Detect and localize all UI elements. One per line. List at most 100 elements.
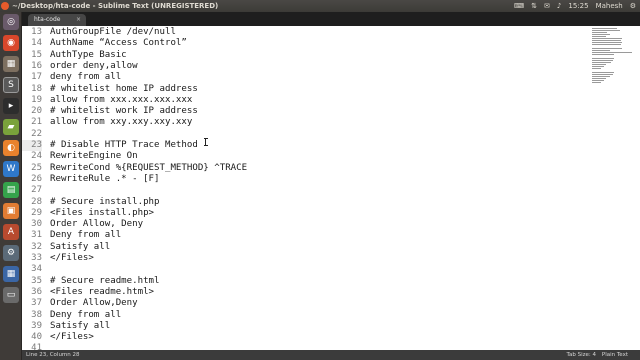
firefox-icon[interactable]: ◐ [3,140,19,156]
user-menu[interactable]: Mahesh [596,0,623,12]
trash-icon[interactable]: ▭ [3,287,19,303]
window-close-icon[interactable] [1,2,9,10]
code-line[interactable]: RewriteEngine On [50,151,138,162]
syntax-selector[interactable]: Plain Text [602,350,628,360]
code-line[interactable]: Deny from all [50,230,121,241]
minimap[interactable] [592,28,636,138]
chrome-icon[interactable]: ◉ [3,35,19,51]
line-number: 25 [31,162,42,173]
minimap-line [592,30,620,31]
minimap-line [592,54,614,55]
minimap-line [592,80,605,81]
code-line[interactable]: allow from xxx.xxx.xxx.xxx [50,95,192,106]
code-line[interactable]: AuthGroupFile /dev/null [50,27,176,38]
code-line[interactable]: allow from xxy.xxy.xxy.xxy [50,117,192,128]
tab-hta-code[interactable]: hta-code × [28,14,86,26]
impress-icon[interactable]: ▣ [3,203,19,219]
workspaces-icon[interactable]: ▦ [3,266,19,282]
code-line[interactable]: Deny from all [50,310,121,321]
code-line[interactable]: # Secure install.php [50,197,160,208]
volume-icon[interactable]: ♪ [557,0,561,12]
line-number: 24 [31,151,42,162]
line-number: 33 [31,253,42,263]
minimap-line [592,78,607,79]
minimap-line [592,44,621,45]
minimap-line [592,74,613,75]
line-number: 27 [31,185,42,196]
line-number: 16 [31,60,42,71]
line-number: 34 [31,264,42,275]
dash-icon[interactable]: ◎ [3,14,19,30]
code-line[interactable]: RewriteRule .* - [F] [50,174,160,185]
line-number: 19 [31,94,42,105]
code-line[interactable]: </Files> [50,332,94,343]
line-number: 31 [31,230,42,241]
minimap-line [592,82,601,83]
code-line[interactable]: RewriteCond %{REQUEST_METHOD} ^TRACE [50,163,247,174]
code-line[interactable]: Satisfy all [50,242,110,253]
status-bar: Line 23, Column 28 Tab Size: 4 Plain Tex… [22,350,640,360]
system-indicators: ⌨ ⇅ ✉ ♪ 15:25 Mahesh ⚙ [514,0,636,12]
keyboard-icon[interactable]: ⌨ [514,0,524,12]
network-icon[interactable]: ⇅ [531,0,537,12]
minimap-line [592,62,611,63]
clock[interactable]: 15:25 [568,0,588,12]
sublime-text-icon[interactable]: S [3,77,19,93]
line-number: 37 [31,298,42,309]
line-number: 22 [31,128,42,139]
line-number: 14 [31,38,42,49]
minimap-line [592,52,632,53]
software-center-icon[interactable]: A [3,224,19,240]
code-line[interactable]: # Secure readme.html [50,276,160,287]
tab-close-icon[interactable]: × [76,14,81,26]
folder-icon[interactable]: ▰ [3,119,19,135]
minimap-line [592,60,613,61]
code-line[interactable]: deny from all [50,72,121,83]
minimap-line [592,66,605,67]
line-number: 26 [31,173,42,184]
writer-icon[interactable]: W [3,161,19,177]
line-number: 17 [31,72,42,83]
code-line[interactable]: <Files readme.html> [50,287,154,298]
mail-icon[interactable]: ✉ [544,0,550,12]
code-line[interactable]: </Files> [50,253,94,264]
code-line[interactable]: AuthName “Access Control” [50,38,187,49]
terminal-icon[interactable]: ▸ [3,98,19,114]
line-number: 23 [22,140,42,152]
line-number: 29 [31,207,42,218]
files-icon[interactable]: ▦ [3,56,19,72]
launcher: ◎ ◉ ▦ S ▸ ▰ ◐ W ▤ ▣ A ⚙ ▦ ▭ [0,12,22,360]
code-line[interactable]: Order Allow,Deny [50,298,138,309]
line-number: 41 [31,343,42,350]
minimap-line [592,48,622,49]
minimap-line [592,58,614,59]
line-number: 32 [31,241,42,252]
line-number: 38 [31,309,42,320]
tab-label: hta-code [34,16,61,23]
calc-icon[interactable]: ▤ [3,182,19,198]
settings-icon[interactable]: ⚙ [3,245,19,261]
code-line[interactable]: # Disable HTTP Trace Method [50,140,198,151]
line-number: 36 [31,286,42,297]
code-line[interactable]: Order Allow, Deny [50,219,143,230]
gear-icon[interactable]: ⚙ [630,0,636,12]
minimap-line [592,76,610,77]
line-number: 39 [31,320,42,331]
tab-size-selector[interactable]: Tab Size: 4 [567,350,596,360]
minimap-line [592,28,618,29]
code-line[interactable]: AuthType Basic [50,50,127,61]
code-line[interactable]: # whitelist work IP address [50,106,198,117]
code-editor[interactable]: 13 14 15 16 17 18 19 20 21 22 23 24 25 26 27 28 29 30 31 32… [22,26,640,350]
line-number: 15 [31,49,42,60]
code-line[interactable]: order deny,allow [50,61,138,72]
code-line[interactable]: <Files install.php> [50,208,154,219]
line-number: 20 [31,106,42,117]
minimap-line [592,36,607,37]
line-number: 21 [31,117,42,128]
window-title: ~/Desktop/hta-code - Sublime Text (UNREG… [12,2,219,10]
minimap-line [592,72,614,73]
code-line[interactable]: Satisfy all [50,321,110,332]
code-line[interactable]: # whitelist home IP address [50,84,198,95]
minimap-line [592,32,608,33]
line-number-gutter: 13 14 15 16 17 18 19 20 21 22 23 24 25 26 27 28 29 30 31 32… [22,26,46,350]
